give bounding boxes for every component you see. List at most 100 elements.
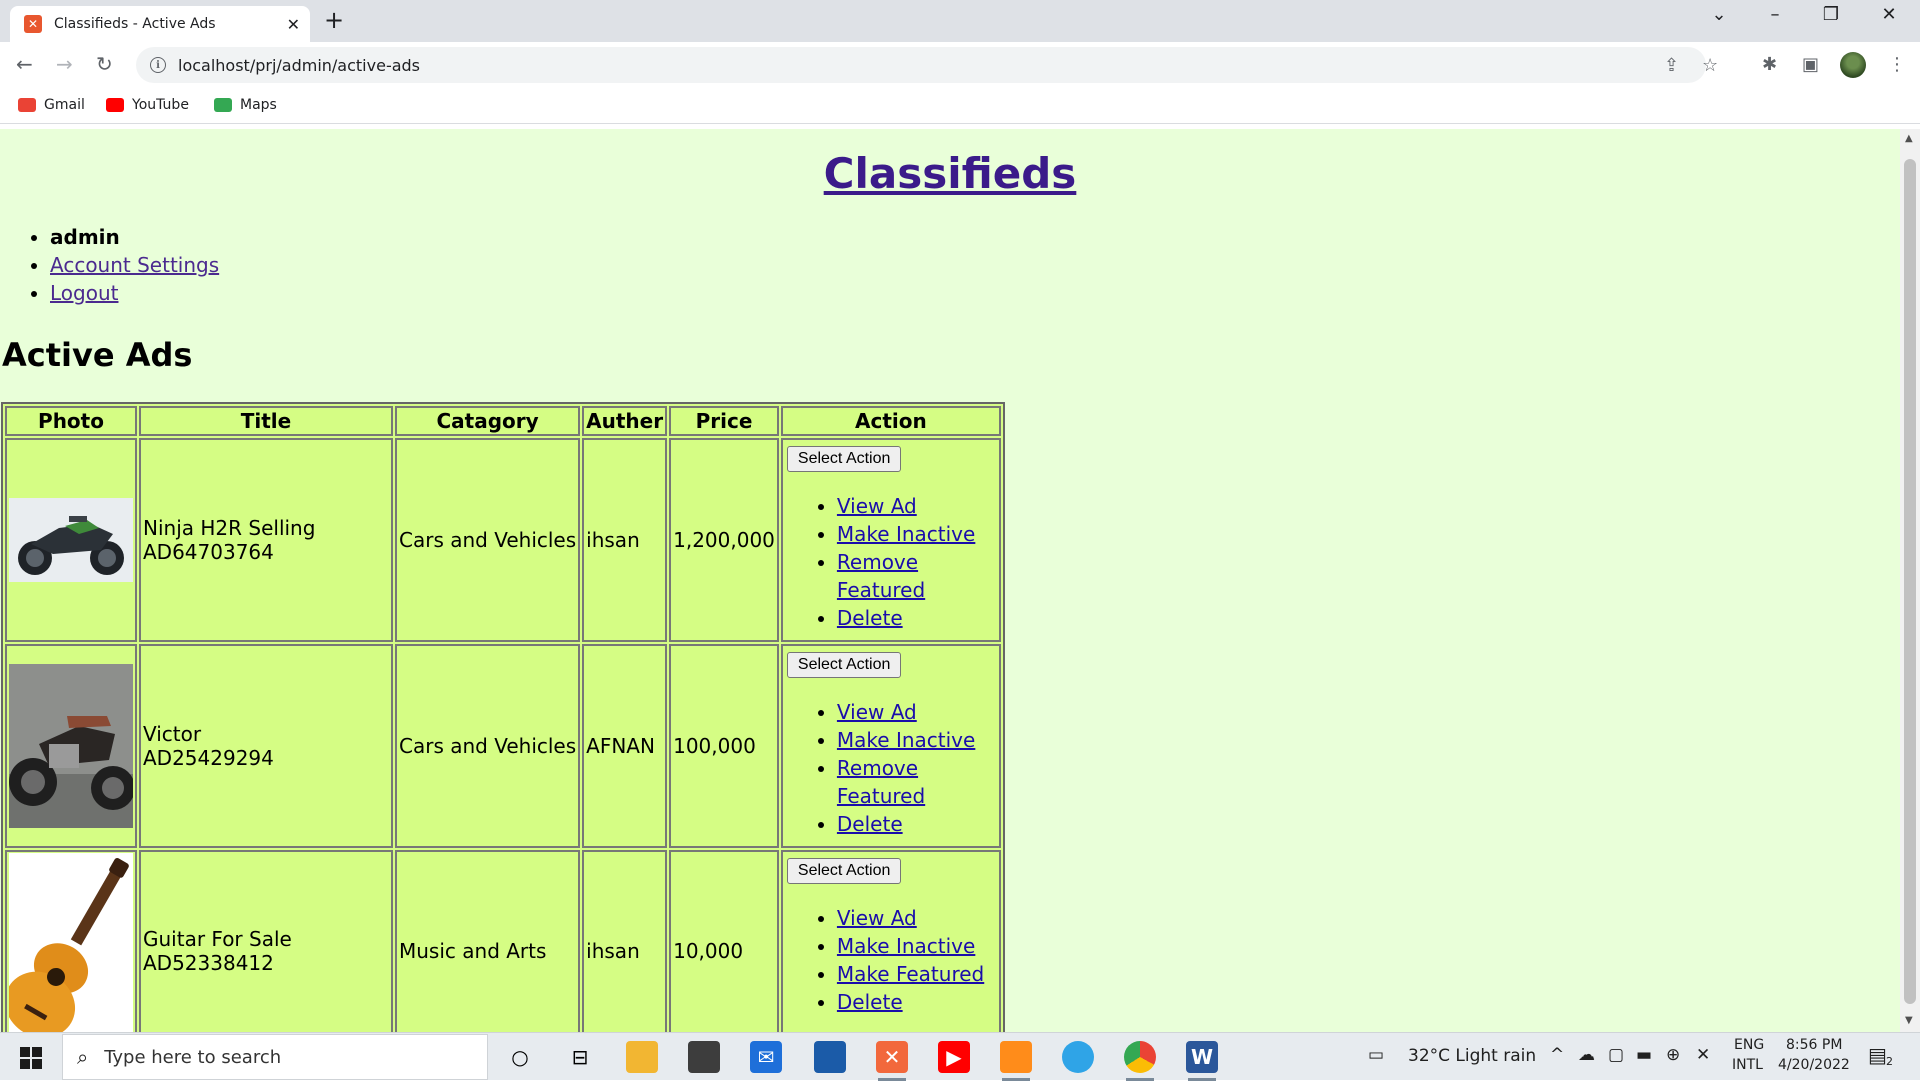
browser-tab-active[interactable]: ✕ Classifieds - Active Ads ✕ xyxy=(10,6,310,42)
delete-link[interactable]: Delete xyxy=(837,606,903,630)
bookmark-youtube[interactable]: YouTube xyxy=(106,97,189,113)
maps-icon xyxy=(214,98,232,112)
action-list: View Ad Make Inactive Make Featured Dele… xyxy=(785,904,997,1016)
price-cell: 100,000 xyxy=(669,644,779,848)
view-ad-link[interactable]: View Ad xyxy=(837,906,917,930)
site-info-icon[interactable]: i xyxy=(150,57,166,73)
action-list: View Ad Make Inactive Remove Featured De… xyxy=(785,698,997,838)
youtube-app-icon[interactable]: ▶ xyxy=(938,1041,970,1073)
xampp-icon[interactable]: ✕ xyxy=(876,1041,908,1081)
back-arrow-icon[interactable]: ← xyxy=(16,52,33,76)
tray-chevron-icon[interactable]: ^ xyxy=(1550,1045,1564,1065)
select-action-button[interactable]: Select Action xyxy=(786,446,902,472)
account-settings-link[interactable]: Account Settings xyxy=(50,253,219,277)
old-motorcycle-photo xyxy=(9,664,133,828)
battery-icon[interactable]: ▬ xyxy=(1636,1045,1652,1065)
windows-start-icon[interactable] xyxy=(20,1047,42,1069)
view-ad-link[interactable]: View Ad xyxy=(837,700,917,724)
header-author: Auther xyxy=(582,406,668,436)
restore-icon[interactable]: ❐ xyxy=(1808,4,1854,25)
address-bar[interactable]: i localhost/prj/admin/active-ads ⇪ ☆ xyxy=(136,47,1718,83)
share-icon[interactable]: ⇪ xyxy=(1664,55,1679,76)
file-explorer-icon[interactable] xyxy=(626,1041,658,1073)
network-icon[interactable]: ⊕ xyxy=(1666,1045,1680,1065)
meet-now-icon[interactable]: ▢ xyxy=(1608,1045,1624,1065)
edge-icon[interactable] xyxy=(1062,1041,1094,1073)
chrome-icon[interactable] xyxy=(1124,1041,1156,1081)
new-tab-icon[interactable]: + xyxy=(324,6,344,34)
notifications-icon[interactable]: ▤ xyxy=(1868,1043,1887,1067)
make-inactive-link[interactable]: Make Inactive xyxy=(837,728,975,752)
gmail-icon xyxy=(18,98,36,112)
forward-arrow-icon[interactable]: → xyxy=(56,52,73,76)
tab-search-chevron-icon[interactable]: ⌄ xyxy=(1696,4,1742,25)
table-header-row: Photo Title Catagory Auther Price Action xyxy=(5,406,1001,436)
page-title: Active Ads xyxy=(2,336,193,374)
weather-text[interactable]: 32°C Light rain xyxy=(1408,1046,1536,1066)
ad-title: Victor xyxy=(143,722,202,746)
action-cell: Select Action View Ad Make Inactive Remo… xyxy=(780,644,1001,848)
xampp-favicon-icon: ✕ xyxy=(24,15,42,33)
search-placeholder: Type here to search xyxy=(104,1046,282,1068)
side-panel-icon[interactable]: ▣ xyxy=(1802,54,1819,75)
price-cell: 10,000 xyxy=(669,850,779,1032)
volume-muted-icon[interactable]: ✕ xyxy=(1696,1045,1710,1065)
keyboard-layout[interactable]: INTL xyxy=(1732,1057,1763,1073)
clock-time[interactable]: 8:56 PM xyxy=(1786,1037,1842,1053)
site-title-link[interactable]: Classifieds xyxy=(0,149,1900,198)
browser-menu-icon[interactable]: ⋮ xyxy=(1888,54,1906,75)
sublime-text-icon[interactable] xyxy=(1000,1041,1032,1081)
word-icon[interactable]: W xyxy=(1186,1041,1218,1081)
taskbar-search-box[interactable]: ⌕ Type here to search xyxy=(62,1034,488,1080)
bookmark-gmail[interactable]: Gmail xyxy=(18,97,85,113)
title-cell: Victor AD25429294 xyxy=(139,644,393,848)
tab-title: Classifieds - Active Ads xyxy=(54,16,216,32)
reload-icon[interactable]: ↻ xyxy=(96,52,113,76)
make-inactive-link[interactable]: Make Inactive xyxy=(837,934,975,958)
logout-link[interactable]: Logout xyxy=(50,281,118,305)
minimize-icon[interactable]: – xyxy=(1752,4,1798,25)
extensions-puzzle-icon[interactable]: ✱ xyxy=(1762,54,1777,75)
make-inactive-link[interactable]: Make Inactive xyxy=(837,522,975,546)
list-item: Make Inactive xyxy=(837,520,997,548)
weather-icon[interactable]: ▭ xyxy=(1368,1045,1384,1065)
view-ad-link[interactable]: View Ad xyxy=(837,494,917,518)
browser-toolbar: ← → ↻ i localhost/prj/admin/active-ads ⇪… xyxy=(0,42,1920,88)
make-featured-link[interactable]: Make Featured xyxy=(837,962,984,986)
remove-featured-link[interactable]: Remove Featured xyxy=(837,550,925,602)
list-item: Delete xyxy=(837,988,997,1016)
price-cell: 1,200,000 xyxy=(669,438,779,642)
title-cell: Guitar For Sale AD52338412 xyxy=(139,850,393,1032)
header-action: Action xyxy=(780,406,1001,436)
tab-close-icon[interactable]: ✕ xyxy=(287,15,300,34)
photo-cell xyxy=(5,438,137,642)
table-row: Victor AD25429294 Cars and Vehicles AFNA… xyxy=(5,644,1001,848)
page-scrollbar[interactable]: ▲ ▼ xyxy=(1900,129,1920,1032)
list-item: View Ad xyxy=(837,698,997,726)
window-close-icon[interactable]: ✕ xyxy=(1866,4,1912,25)
bookmark-star-icon[interactable]: ☆ xyxy=(1702,55,1718,76)
list-item: Make Inactive xyxy=(837,726,997,754)
task-view-icon[interactable]: ⊟ xyxy=(564,1041,596,1073)
scroll-down-icon[interactable]: ▼ xyxy=(1905,1015,1913,1026)
user-menu: admin Account Settings Logout xyxy=(20,223,219,307)
delete-link[interactable]: Delete xyxy=(837,812,903,836)
bookmark-maps[interactable]: Maps xyxy=(214,97,277,113)
clock-date[interactable]: 4/20/2022 xyxy=(1778,1057,1850,1073)
delete-link[interactable]: Delete xyxy=(837,990,903,1014)
app-icon[interactable] xyxy=(814,1041,846,1073)
onedrive-icon[interactable]: ☁ xyxy=(1578,1045,1595,1065)
header-photo: Photo xyxy=(5,406,137,436)
store-icon[interactable] xyxy=(688,1041,720,1073)
scroll-up-icon[interactable]: ▲ xyxy=(1905,133,1913,144)
cortana-icon[interactable]: ○ xyxy=(504,1041,536,1073)
language-code[interactable]: ENG xyxy=(1734,1037,1764,1053)
mail-icon[interactable]: ✉ xyxy=(750,1041,782,1073)
profile-avatar[interactable] xyxy=(1840,52,1866,78)
username: admin xyxy=(50,225,120,249)
select-action-button[interactable]: Select Action xyxy=(786,652,902,678)
remove-featured-link[interactable]: Remove Featured xyxy=(837,756,925,808)
scroll-thumb[interactable] xyxy=(1904,159,1916,1004)
bookmark-label: Gmail xyxy=(44,97,85,113)
select-action-button[interactable]: Select Action xyxy=(786,858,902,884)
